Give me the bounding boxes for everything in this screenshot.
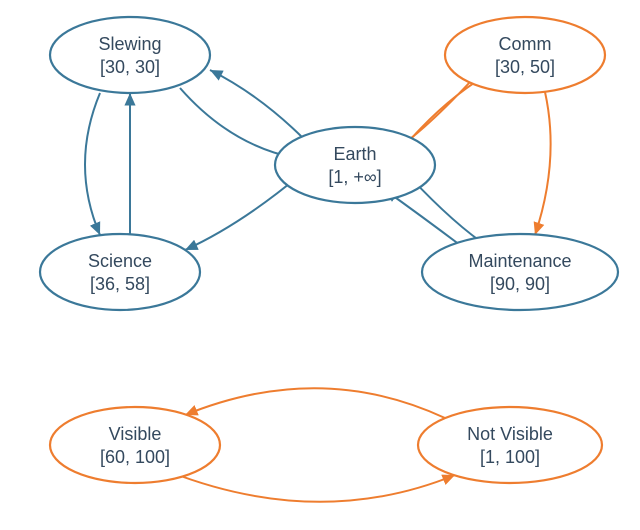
edge-slewing-to-earth [180, 88, 295, 158]
node-visible-range: [60, 100] [100, 447, 170, 467]
node-slewing-range: [30, 30] [100, 57, 160, 77]
node-notvisible: Not Visible [1, 100] [418, 407, 602, 483]
node-comm-label: Comm [499, 34, 552, 54]
node-science-label: Science [88, 251, 152, 271]
edge-slewing-to-science [85, 93, 100, 235]
node-earth-label: Earth [333, 144, 376, 164]
node-notvisible-label: Not Visible [467, 424, 553, 444]
edge-visible-to-notvisible [170, 472, 455, 502]
node-maintenance-label: Maintenance [468, 251, 571, 271]
edge-earth-to-slewing [210, 70, 305, 140]
node-earth: Earth [1, +∞] [275, 127, 435, 203]
node-comm: Comm [30, 50] [445, 17, 605, 93]
node-science-range: [36, 58] [90, 274, 150, 294]
node-visible: Visible [60, 100] [50, 407, 220, 483]
node-maintenance-range: [90, 90] [490, 274, 550, 294]
node-slewing-label: Slewing [98, 34, 161, 54]
edge-earth-to-science [185, 175, 300, 250]
node-visible-label: Visible [109, 424, 162, 444]
node-notvisible-range: [1, 100] [480, 447, 540, 467]
edge-comm-to-maintenance [535, 92, 551, 235]
node-maintenance: Maintenance [90, 90] [422, 234, 618, 310]
node-science: Science [36, 58] [40, 234, 200, 310]
edge-notvisible-to-visible [185, 388, 445, 418]
node-slewing: Slewing [30, 30] [50, 17, 210, 93]
node-comm-range: [30, 50] [495, 57, 555, 77]
node-earth-range: [1, +∞] [328, 167, 381, 187]
